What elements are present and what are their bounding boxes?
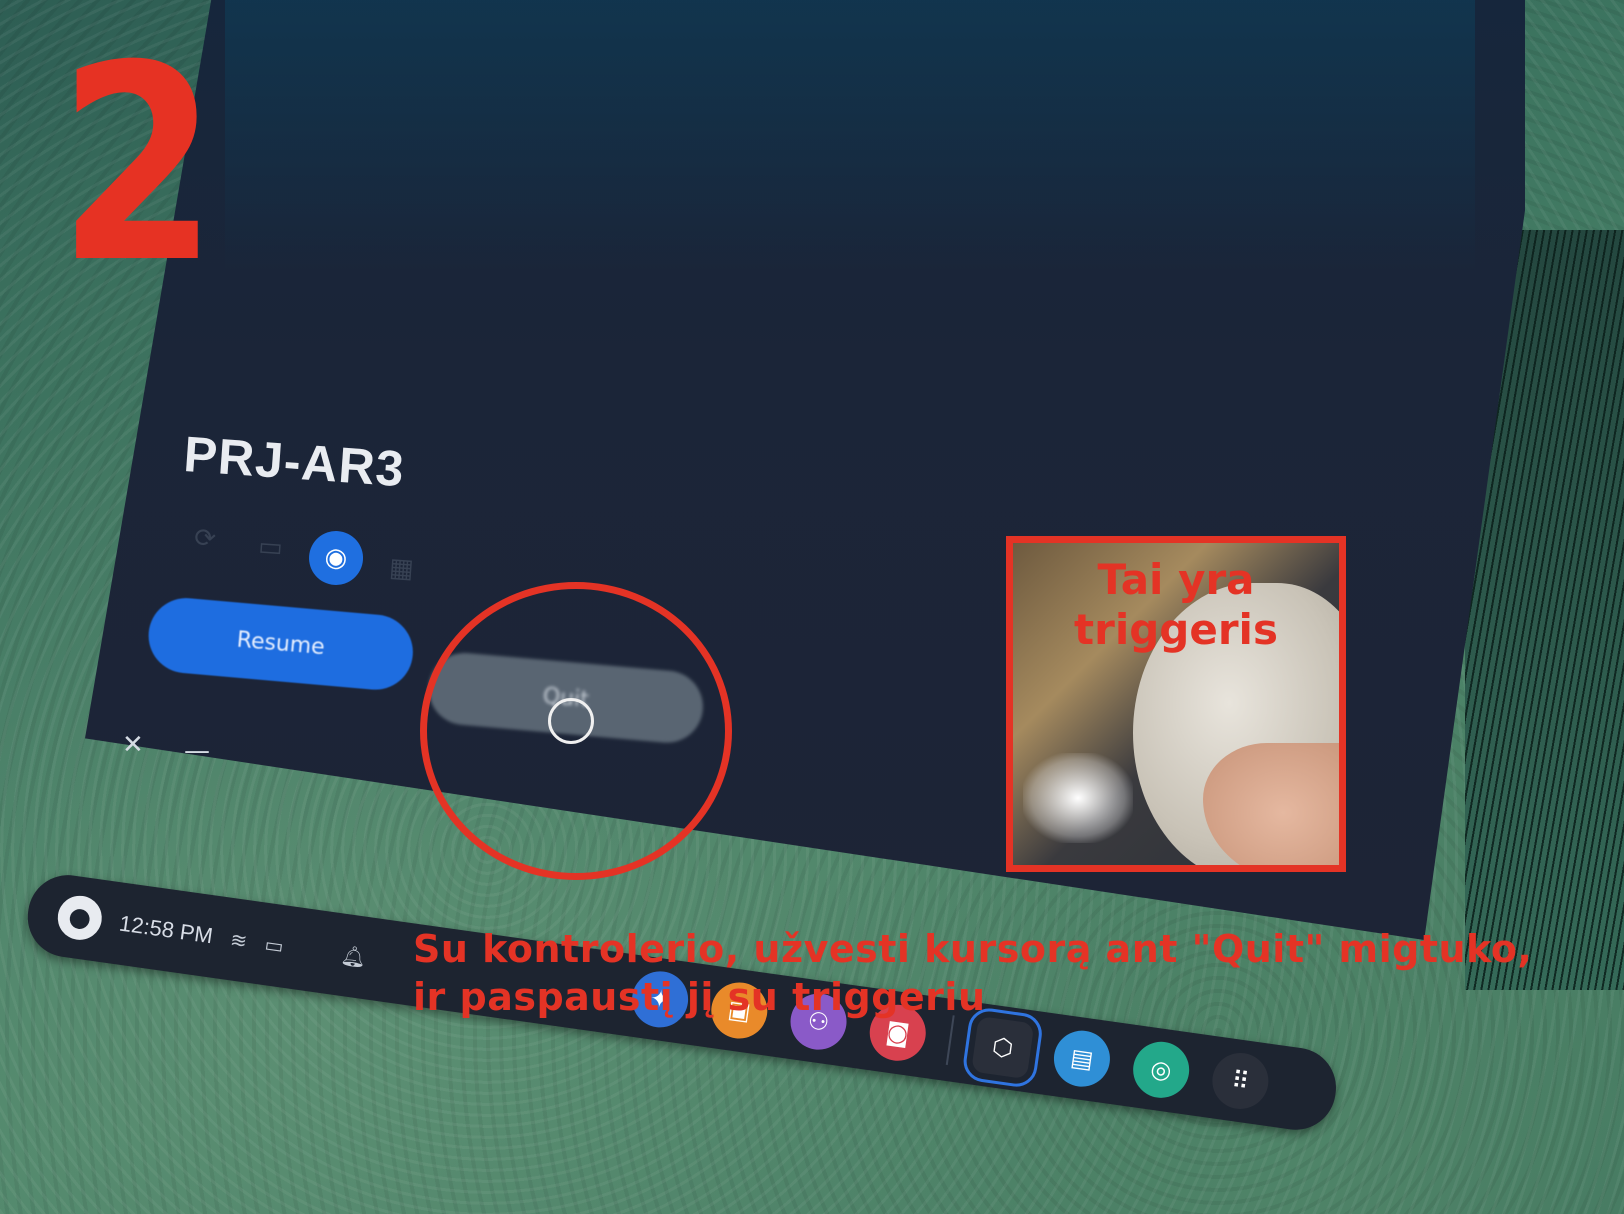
app-window-header xyxy=(225,0,1475,270)
instruction-line2: ir paspaustį jį su triggeriu xyxy=(413,975,986,1019)
inset-label-line2: triggeris xyxy=(1074,605,1278,654)
hand-image xyxy=(1203,743,1339,865)
browser-icon[interactable]: ◎ xyxy=(1129,1038,1193,1102)
controller-photo-inset: Tai yra triggeris xyxy=(1006,536,1346,872)
minimize-icon[interactable]: — xyxy=(184,736,210,766)
app-grid-icon[interactable]: ⠿ xyxy=(1208,1049,1273,1113)
notification-bell-icon[interactable]: 🔔︎ xyxy=(339,943,367,970)
photo-light xyxy=(1023,753,1133,843)
unity-icon[interactable]: ⬡ xyxy=(960,1005,1045,1090)
inset-label-line1: Tai yra xyxy=(1097,555,1255,604)
quit-highlight-annotation xyxy=(420,582,732,880)
clock: 12:58 PM xyxy=(117,910,215,949)
inset-label: Tai yra triggeris xyxy=(1013,555,1339,655)
wifi-icon: ≋ xyxy=(228,927,249,954)
files-icon[interactable]: ▤ xyxy=(1050,1027,1114,1091)
instruction-line1: Su kontrolerio, užvesti kursorą ant "Qui… xyxy=(413,927,1533,971)
dock-divider xyxy=(945,1015,955,1066)
avatar[interactable]: ● xyxy=(54,892,105,943)
instruction-text: Su kontrolerio, užvesti kursorą ant "Qui… xyxy=(413,925,1613,1021)
battery-icon: ▭ xyxy=(263,931,286,959)
close-icon[interactable]: ✕ xyxy=(122,730,144,760)
step-number: 2 xyxy=(58,7,218,322)
